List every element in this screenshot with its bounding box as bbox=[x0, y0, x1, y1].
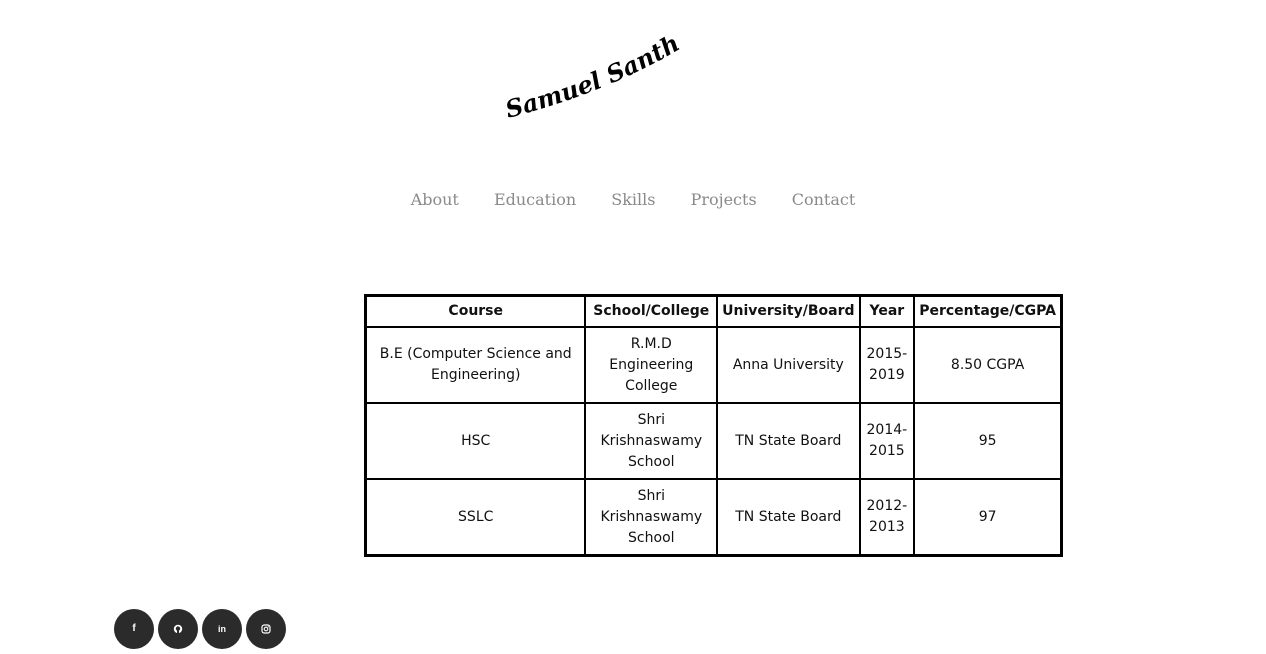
github-link[interactable] bbox=[158, 609, 198, 649]
cell-score: 95 bbox=[913, 402, 1063, 480]
facebook-icon: f bbox=[132, 623, 136, 634]
header-course: Course bbox=[364, 294, 587, 328]
cell-school: Shri Krishnaswamy School bbox=[584, 478, 719, 557]
facebook-link[interactable]: f bbox=[114, 609, 154, 649]
cell-board: TN State Board bbox=[716, 402, 861, 480]
table-row: HSC Shri Krishnaswamy School TN State Bo… bbox=[364, 402, 1063, 480]
instagram-link[interactable] bbox=[246, 609, 286, 649]
cell-school: R.M.D Engineering College bbox=[584, 326, 719, 404]
header-university: University/Board bbox=[716, 294, 861, 328]
nav-education[interactable]: Education bbox=[494, 190, 576, 209]
linkedin-icon: in bbox=[218, 623, 226, 634]
svg-text:Samuel Santhosh: Samuel Santhosh bbox=[500, 26, 684, 124]
nav-about[interactable]: About bbox=[411, 190, 459, 209]
cell-course: B.E (Computer Science and Engineering) bbox=[364, 326, 587, 404]
cell-score: 8.50 CGPA bbox=[913, 326, 1063, 404]
cell-board: TN State Board bbox=[716, 478, 861, 557]
education-table: Course School/College University/Board Y… bbox=[364, 294, 1063, 557]
nav-skills[interactable]: Skills bbox=[611, 190, 655, 209]
linkedin-link[interactable]: in bbox=[202, 609, 242, 649]
header-year: Year bbox=[858, 294, 916, 328]
cell-course: HSC bbox=[364, 402, 587, 480]
cell-school: Shri Krishnaswamy School bbox=[584, 402, 719, 480]
instagram-icon bbox=[261, 624, 271, 634]
nav-projects[interactable]: Projects bbox=[691, 190, 757, 209]
cell-score: 97 bbox=[913, 478, 1063, 557]
cell-year: 2014-2015 bbox=[858, 402, 916, 480]
main-nav: About Education Skills Projects Contact bbox=[0, 190, 1266, 209]
header-school: School/College bbox=[584, 294, 719, 328]
logo-curved-text: Samuel Santhosh bbox=[500, 26, 684, 124]
table-header-row: Course School/College University/Board Y… bbox=[364, 294, 1063, 328]
cell-course: SSLC bbox=[364, 478, 587, 557]
nav-contact[interactable]: Contact bbox=[792, 190, 856, 209]
cell-year: 2015-2019 bbox=[858, 326, 916, 404]
table-row: SSLC Shri Krishnaswamy School TN State B… bbox=[364, 478, 1063, 557]
cell-year: 2012-2013 bbox=[858, 478, 916, 557]
table-row: B.E (Computer Science and Engineering) R… bbox=[364, 326, 1063, 404]
github-icon bbox=[173, 624, 183, 634]
social-links: f in bbox=[114, 609, 286, 649]
cell-board: Anna University bbox=[716, 326, 861, 404]
site-logo[interactable]: Samuel Santhosh bbox=[500, 26, 700, 136]
header-percentage: Percentage/CGPA bbox=[913, 294, 1063, 328]
logo-text: Samuel Santhosh bbox=[500, 26, 684, 124]
